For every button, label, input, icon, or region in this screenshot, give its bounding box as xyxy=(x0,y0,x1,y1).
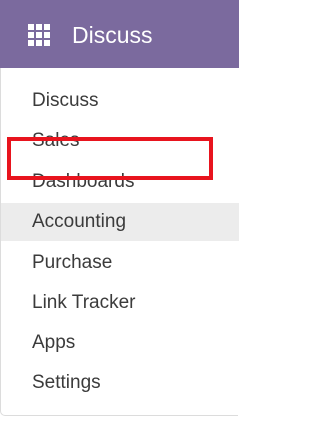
current-app-title: Discuss xyxy=(72,22,153,48)
menu-item-accounting[interactable]: Accounting xyxy=(1,203,239,241)
menu-item-settings[interactable]: Settings xyxy=(1,364,239,402)
menu-item-purchase[interactable]: Purchase xyxy=(1,244,239,282)
apps-dropdown-menu: Discuss Sales Dashboards Accounting Purc… xyxy=(0,68,239,416)
menu-item-link-tracker[interactable]: Link Tracker xyxy=(1,284,239,322)
menu-item-dashboards[interactable]: Dashboards xyxy=(1,163,239,201)
grid-icon xyxy=(28,24,50,46)
menu-item-sales[interactable]: Sales xyxy=(1,122,239,160)
menu-item-discuss[interactable]: Discuss xyxy=(1,82,239,120)
menu-item-apps[interactable]: Apps xyxy=(1,324,239,362)
top-navbar: Discuss xyxy=(0,0,239,68)
apps-menu-toggle[interactable]: Discuss xyxy=(0,0,239,68)
